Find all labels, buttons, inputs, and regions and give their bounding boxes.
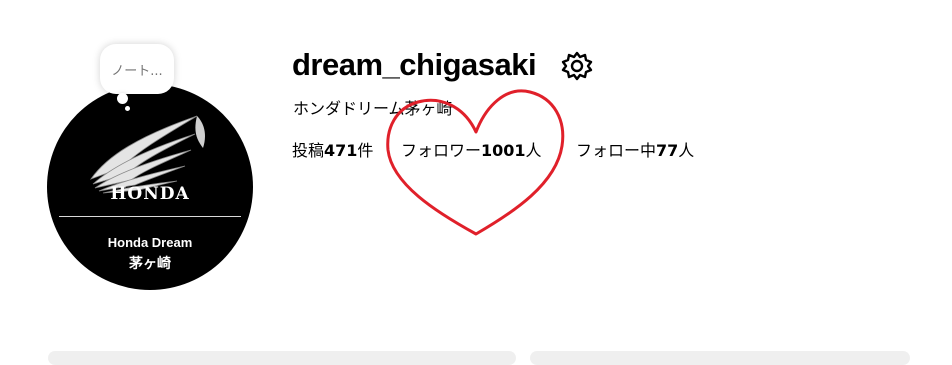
dealer-location: 茅ヶ崎 — [129, 256, 171, 272]
profile-avatar[interactable]: HONDA Honda Dream 茅ヶ崎 — [47, 84, 253, 290]
following-label: フォロー中 — [576, 141, 657, 160]
following-unit: 人 — [678, 141, 695, 160]
posts-count-stat: 投稿471件 — [292, 140, 373, 162]
highlights-bar-secondary — [530, 351, 910, 365]
posts-unit: 件 — [357, 141, 374, 160]
following-link[interactable]: フォロー中77人 — [576, 140, 694, 162]
following-count: 77 — [656, 141, 679, 160]
posts-count: 471 — [324, 141, 358, 160]
heart-icon — [386, 89, 565, 236]
note-bubble-tail-small — [125, 106, 130, 111]
note-text: ノート... — [111, 63, 163, 79]
note-bubble[interactable]: ノート... — [100, 44, 174, 94]
brand-wordmark: HONDA — [110, 184, 190, 204]
note-bubble-tail — [117, 93, 128, 104]
highlights-bar — [48, 351, 516, 365]
posts-label: 投稿 — [292, 141, 325, 160]
gear-icon[interactable] — [561, 50, 593, 82]
dealer-name: Honda Dream — [107, 235, 193, 250]
avatar-divider — [59, 216, 241, 217]
profile-username: dream_chigasaki — [292, 47, 537, 82]
